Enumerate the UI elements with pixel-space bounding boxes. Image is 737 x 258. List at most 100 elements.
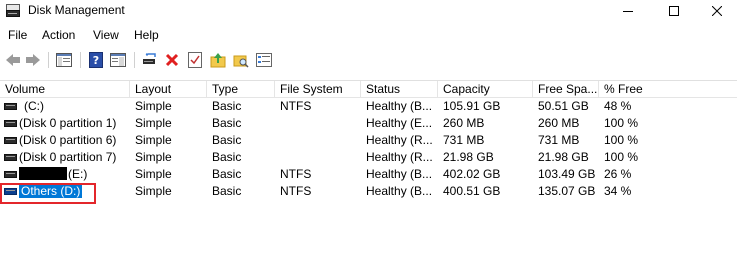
folder-up-button[interactable] bbox=[209, 51, 227, 69]
title-bar: Disk Management bbox=[0, 0, 737, 22]
status-cell: Healthy (B... bbox=[366, 167, 433, 181]
maximize-icon bbox=[669, 6, 679, 16]
table-row[interactable]: (C:) Simple Basic NTFS Healthy (B... 105… bbox=[0, 98, 737, 115]
volume-name: (Disk 0 partition 7) bbox=[19, 150, 117, 164]
volume-icon bbox=[4, 171, 17, 178]
file-system-cell: NTFS bbox=[280, 184, 312, 198]
toolbar: ? bbox=[0, 48, 737, 72]
volume-name: (C:) bbox=[24, 99, 44, 113]
file-system-cell: NTFS bbox=[280, 99, 312, 113]
volume-cell: (Disk 0 partition 1) bbox=[0, 115, 130, 132]
layout-cell: Simple bbox=[135, 133, 172, 147]
forward-icon bbox=[26, 54, 40, 66]
toolbar-separator bbox=[134, 52, 135, 68]
menu-view[interactable]: View bbox=[93, 28, 119, 42]
search-folder-button[interactable] bbox=[232, 51, 250, 69]
column-header-free-space[interactable]: Free Spa... bbox=[533, 81, 599, 98]
connect-drive-icon bbox=[143, 53, 156, 64]
capacity-cell: 21.98 GB bbox=[443, 150, 494, 164]
volume-name-container: (E:) bbox=[19, 166, 87, 183]
percent-free-cell: 100 % bbox=[604, 150, 639, 164]
checklist-button[interactable] bbox=[186, 51, 204, 69]
file-system-cell: NTFS bbox=[280, 167, 312, 181]
free-space-cell: 50.51 GB bbox=[538, 99, 589, 113]
console-tree-button[interactable] bbox=[55, 51, 73, 69]
menu-help[interactable]: Help bbox=[134, 28, 159, 42]
close-button[interactable] bbox=[697, 0, 737, 22]
maximize-button[interactable] bbox=[651, 0, 697, 22]
percent-free-cell: 100 % bbox=[604, 133, 639, 147]
column-header-file-system[interactable]: File System bbox=[275, 81, 361, 98]
close-icon bbox=[712, 6, 722, 16]
delete-icon bbox=[165, 53, 179, 67]
table-row[interactable]: (Disk 0 partition 7) Simple Basic Health… bbox=[0, 149, 737, 166]
help-button[interactable]: ? bbox=[87, 51, 105, 69]
free-space-cell: 21.98 GB bbox=[538, 150, 589, 164]
file-system-cell bbox=[275, 115, 361, 132]
layout-cell: Simple bbox=[135, 167, 172, 181]
toolbar-separator bbox=[80, 52, 81, 68]
console-tree-icon bbox=[56, 53, 72, 67]
percent-free-cell: 100 % bbox=[604, 116, 639, 130]
capacity-cell: 105.91 GB bbox=[443, 99, 501, 113]
disk-management-app-icon bbox=[6, 4, 20, 17]
search-folder-icon bbox=[233, 55, 249, 68]
table-row[interactable]: (Disk 0 partition 1) Simple Basic Health… bbox=[0, 115, 737, 132]
volume-cell: (Disk 0 partition 7) bbox=[0, 149, 130, 166]
checklist-icon bbox=[188, 52, 202, 68]
free-space-cell: 135.07 GB bbox=[538, 184, 596, 198]
capacity-cell: 402.02 GB bbox=[443, 167, 501, 181]
properties-button[interactable] bbox=[109, 51, 127, 69]
table-row[interactable]: (E:) Simple Basic NTFS Healthy (B... 402… bbox=[0, 166, 737, 183]
window-title: Disk Management bbox=[28, 3, 125, 17]
volume-name: (Disk 0 partition 6) bbox=[19, 133, 117, 147]
type-cell: Basic bbox=[212, 116, 242, 130]
type-cell: Basic bbox=[212, 133, 242, 147]
capacity-cell: 400.51 GB bbox=[443, 184, 501, 198]
volume-icon bbox=[4, 120, 17, 127]
status-cell: Healthy (B... bbox=[366, 99, 433, 113]
redacted-volume-label bbox=[19, 167, 67, 180]
table-row-selected[interactable]: Others (D:) Simple Basic NTFS Healthy (B… bbox=[0, 183, 737, 200]
forward-button[interactable] bbox=[24, 51, 42, 69]
capacity-cell: 731 MB bbox=[443, 133, 485, 147]
volume-name: (E:) bbox=[68, 167, 88, 181]
volume-cell: (C:) bbox=[0, 98, 130, 115]
status-cell: Healthy (R... bbox=[366, 133, 433, 147]
capacity-cell: 260 MB bbox=[443, 116, 485, 130]
settings-list-icon bbox=[256, 53, 272, 67]
menu-bar: File Action View Help bbox=[0, 26, 737, 46]
file-system-cell bbox=[275, 149, 361, 166]
highlight-box bbox=[0, 183, 96, 204]
properties-icon bbox=[110, 53, 126, 67]
delete-button[interactable] bbox=[163, 51, 181, 69]
connect-drive-button[interactable] bbox=[141, 51, 159, 69]
column-header-capacity[interactable]: Capacity bbox=[438, 81, 533, 98]
svg-text:?: ? bbox=[93, 54, 99, 67]
settings-list-button[interactable] bbox=[255, 51, 273, 69]
toolbar-separator bbox=[48, 52, 49, 68]
volume-icon bbox=[4, 154, 17, 161]
menu-file[interactable]: File bbox=[8, 28, 27, 42]
column-header-percent-free[interactable]: % Free bbox=[599, 81, 737, 98]
column-header-volume[interactable]: Volume bbox=[0, 81, 130, 98]
table-row[interactable]: (Disk 0 partition 6) Simple Basic Health… bbox=[0, 132, 737, 149]
layout-cell: Simple bbox=[135, 116, 172, 130]
back-button[interactable] bbox=[4, 51, 22, 69]
volume-cell: (E:) bbox=[0, 166, 130, 183]
type-cell: Basic bbox=[212, 184, 242, 198]
back-icon bbox=[6, 54, 20, 66]
percent-free-cell: 26 % bbox=[604, 167, 632, 181]
menu-action[interactable]: Action bbox=[42, 28, 75, 42]
minimize-button[interactable] bbox=[605, 0, 651, 22]
help-icon: ? bbox=[89, 52, 103, 68]
layout-cell: Simple bbox=[135, 150, 172, 164]
column-header-layout[interactable]: Layout bbox=[130, 81, 207, 98]
minimize-icon bbox=[623, 11, 633, 12]
free-space-cell: 103.49 GB bbox=[538, 167, 596, 181]
status-cell: Healthy (E... bbox=[366, 116, 433, 130]
column-header-type[interactable]: Type bbox=[207, 81, 275, 98]
column-header-status[interactable]: Status bbox=[361, 81, 438, 98]
percent-free-cell: 34 % bbox=[604, 184, 632, 198]
folder-up-icon bbox=[210, 53, 226, 68]
